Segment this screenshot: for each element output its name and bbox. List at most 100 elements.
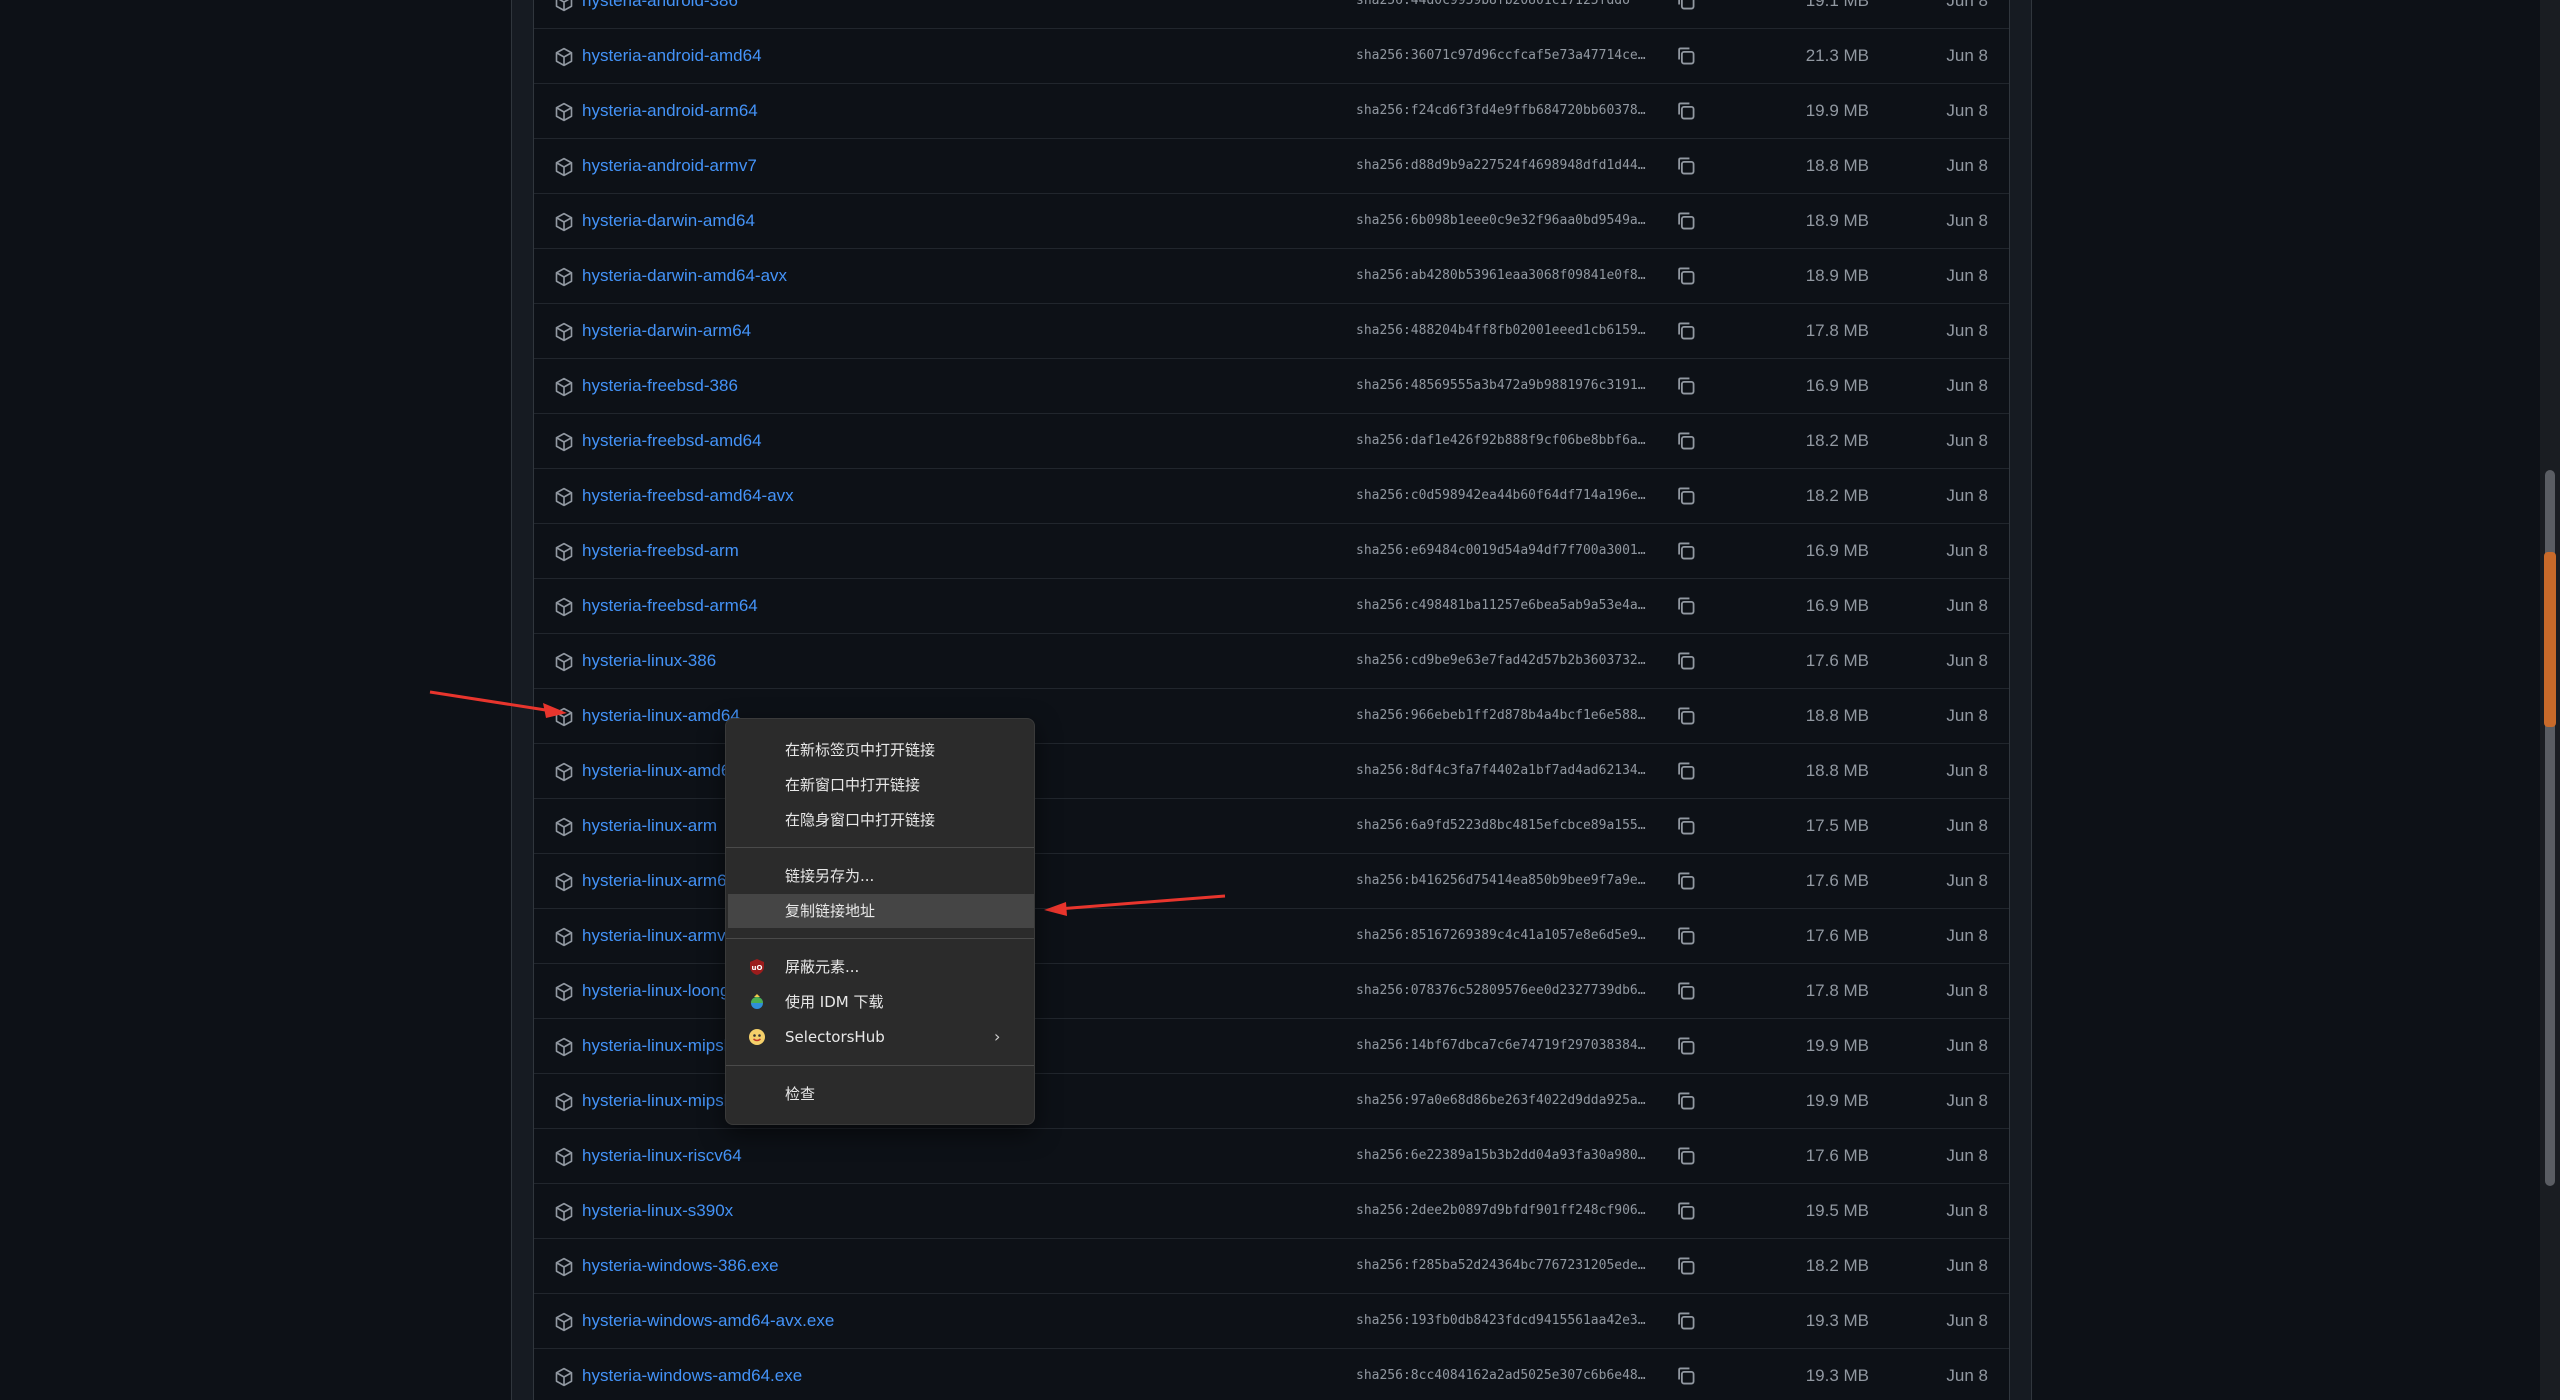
asset-link[interactable]: hysteria-linux-386: [582, 634, 716, 688]
copy-icon[interactable]: [1675, 925, 1697, 947]
asset-sha256: sha256:c498481ba11257e6bea5ab9a53e4a…: [1356, 598, 1646, 613]
copy-icon[interactable]: [1675, 155, 1697, 177]
asset-link[interactable]: hysteria-darwin-amd64: [582, 194, 755, 248]
copy-icon[interactable]: [1675, 1090, 1697, 1112]
package-icon: [554, 652, 574, 672]
menu-separator: [726, 1065, 1034, 1066]
copy-icon[interactable]: [1675, 485, 1697, 507]
menu-copy-link-address[interactable]: 复制链接地址: [728, 894, 1034, 928]
asset-size: 19.3 MB: [1805, 1311, 1869, 1330]
asset-date: Jun 8: [1946, 156, 1988, 175]
copy-icon[interactable]: [1675, 980, 1697, 1002]
asset-size: 17.8 MB: [1805, 321, 1869, 340]
asset-link[interactable]: hysteria-windows-amd64.exe: [582, 1349, 802, 1400]
menu-open-new-tab[interactable]: 在新标签页中打开链接: [726, 733, 1034, 767]
menu-label: 链接另存为...: [785, 867, 875, 885]
package-icon: [554, 542, 574, 562]
asset-sha256: sha256:36071c97d96ccfcaf5e73a47714ce…: [1356, 48, 1646, 63]
asset-link[interactable]: hysteria-linux-riscv64: [582, 1129, 742, 1183]
asset-size: 16.9 MB: [1805, 541, 1869, 560]
copy-icon[interactable]: [1675, 870, 1697, 892]
asset-size: 17.6 MB: [1805, 926, 1869, 945]
copy-icon[interactable]: [1675, 1145, 1697, 1167]
package-icon: [554, 1312, 574, 1332]
asset-link[interactable]: hysteria-android-386: [582, 0, 738, 28]
menu-label: 使用 IDM 下载: [785, 993, 884, 1011]
package-icon: [554, 1092, 574, 1112]
copy-icon[interactable]: [1675, 595, 1697, 617]
asset-link[interactable]: hysteria-freebsd-amd64: [582, 414, 762, 468]
copy-icon[interactable]: [1675, 1200, 1697, 1222]
selectorshub-icon: [748, 1028, 766, 1046]
copy-icon[interactable]: [1675, 1310, 1697, 1332]
asset-link[interactable]: hysteria-darwin-amd64-avx: [582, 249, 787, 303]
package-icon: [554, 762, 574, 782]
asset-link[interactable]: hysteria-linux-loong64: [582, 964, 748, 1018]
package-icon: [554, 267, 574, 287]
asset-link[interactable]: hysteria-android-amd64: [582, 29, 762, 83]
asset-link[interactable]: hysteria-freebsd-arm: [582, 524, 739, 578]
menu-save-link-as[interactable]: 链接另存为...: [726, 859, 1034, 893]
copy-icon[interactable]: [1675, 265, 1697, 287]
asset-date: Jun 8: [1946, 101, 1988, 120]
menu-download-idm[interactable]: 使用 IDM 下载: [726, 985, 1034, 1019]
copy-icon[interactable]: [1675, 540, 1697, 562]
asset-link[interactable]: hysteria-android-arm64: [582, 84, 758, 138]
asset-size: 17.6 MB: [1805, 651, 1869, 670]
asset-link[interactable]: hysteria-windows-386.exe: [582, 1239, 779, 1293]
asset-date: Jun 8: [1946, 596, 1988, 615]
copy-icon[interactable]: [1675, 0, 1697, 12]
asset-size: 17.5 MB: [1805, 816, 1869, 835]
copy-icon[interactable]: [1675, 430, 1697, 452]
asset-size: 18.2 MB: [1805, 486, 1869, 505]
asset-link[interactable]: hysteria-freebsd-arm64: [582, 579, 758, 633]
asset-link[interactable]: hysteria-android-armv7: [582, 139, 757, 193]
asset-sha256: sha256:078376c52809576ee0d2327739db6…: [1356, 983, 1646, 998]
asset-link[interactable]: hysteria-linux-armv5: [582, 909, 735, 963]
copy-icon[interactable]: [1675, 705, 1697, 727]
asset-sha256: sha256:8df4c3fa7f4402a1bf7ad4ad62134…: [1356, 763, 1646, 778]
package-icon: [554, 817, 574, 837]
menu-block-element[interactable]: uO 屏蔽元素...: [726, 950, 1034, 984]
asset-sha256: sha256:97a0e68d86be263f4022d9dda925a…: [1356, 1093, 1646, 1108]
copy-icon[interactable]: [1675, 1035, 1697, 1057]
asset-size: 21.3 MB: [1805, 46, 1869, 65]
asset-link[interactable]: hysteria-linux-s390x: [582, 1184, 733, 1238]
asset-link[interactable]: hysteria-linux-arm: [582, 799, 717, 853]
menu-label: 复制链接地址: [785, 902, 876, 920]
copy-icon[interactable]: [1675, 1365, 1697, 1387]
copy-icon[interactable]: [1675, 650, 1697, 672]
asset-link[interactable]: hysteria-freebsd-amd64-avx: [582, 469, 794, 523]
asset-date: Jun 8: [1946, 651, 1988, 670]
menu-inspect[interactable]: 检查: [726, 1077, 1034, 1111]
idm-icon: [748, 993, 766, 1011]
asset-link[interactable]: hysteria-linux-arm64: [582, 854, 736, 908]
copy-icon[interactable]: [1675, 100, 1697, 122]
copy-icon[interactable]: [1675, 760, 1697, 782]
copy-icon[interactable]: [1675, 320, 1697, 342]
menu-selectorshub[interactable]: SelectorsHub ›: [726, 1020, 1034, 1054]
asset-date: Jun 8: [1946, 1036, 1988, 1055]
package-icon: [554, 0, 574, 12]
asset-size: 19.3 MB: [1805, 1366, 1869, 1385]
copy-icon[interactable]: [1675, 375, 1697, 397]
menu-open-new-window[interactable]: 在新窗口中打开链接: [726, 768, 1034, 802]
copy-icon[interactable]: [1675, 815, 1697, 837]
asset-sha256: sha256:193fb0db8423fdcd9415561aa42e3…: [1356, 1313, 1646, 1328]
asset-link[interactable]: hysteria-linux-mipsle: [582, 1019, 737, 1073]
menu-open-incognito[interactable]: 在隐身窗口中打开链接: [726, 803, 1034, 837]
package-icon: [554, 1147, 574, 1167]
copy-icon[interactable]: [1675, 210, 1697, 232]
copy-icon[interactable]: [1675, 1255, 1697, 1277]
asset-sha256: sha256:6b098b1eee0c9e32f96aa0bd9549a…: [1356, 213, 1646, 228]
asset-link[interactable]: hysteria-darwin-arm64: [582, 304, 751, 358]
asset-sha256: sha256:8cc4084162a2ad5025e307c6b6e48…: [1356, 1368, 1646, 1383]
asset-sha256: sha256:488204b4ff8fb02001eeed1cb6159…: [1356, 323, 1646, 338]
copy-icon[interactable]: [1675, 45, 1697, 67]
asset-link[interactable]: hysteria-linux-amd64: [582, 689, 740, 743]
asset-row: hysteria-windows-amd64.exe sha256:8cc4084…: [534, 1348, 2009, 1400]
asset-size: 17.8 MB: [1805, 981, 1869, 1000]
asset-link[interactable]: hysteria-windows-amd64-avx.exe: [582, 1294, 834, 1348]
asset-link[interactable]: hysteria-freebsd-386: [582, 359, 738, 413]
asset-sha256: sha256:85167269389c4c41a1057e8e6d5e9…: [1356, 928, 1646, 943]
